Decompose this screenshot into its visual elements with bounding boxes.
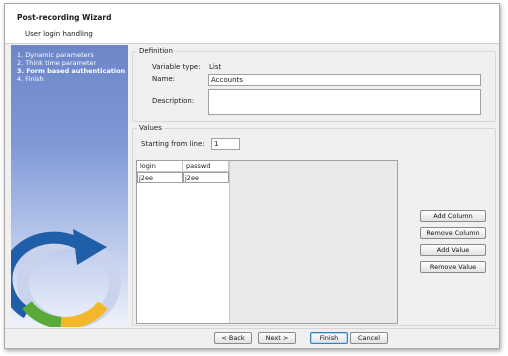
back-button[interactable]: < Back	[214, 332, 252, 344]
wizard-header: Post-recording Wizard User login handlin…	[5, 4, 499, 44]
cell-passwd-row1[interactable]: j2ee	[183, 172, 229, 183]
step-think-time-parameter: 2. Think time parameter	[17, 59, 97, 67]
next-button[interactable]: Next >	[258, 332, 296, 344]
variable-type-label: Variable type:	[152, 63, 201, 71]
remove-column-button[interactable]: Remove Column	[420, 227, 486, 239]
values-grid: login passwd j2ee j2ee	[137, 161, 230, 323]
wizard-content-pane: Definition Variable type: List Name: Acc…	[132, 45, 496, 327]
circular-arrow-logo-icon	[11, 229, 121, 327]
steps-list: 1. Dynamic parameters 2. Think time para…	[17, 51, 128, 83]
cell-login-row1[interactable]: j2ee	[137, 172, 183, 183]
step-form-based-authentication: 3. Form based authentication	[17, 67, 126, 75]
values-table[interactable]: login passwd j2ee j2ee	[136, 160, 398, 324]
definition-legend: Definition	[139, 47, 173, 55]
wizard-steps-sidebar: 1. Dynamic parameters 2. Think time para…	[11, 45, 128, 327]
description-label: Description:	[152, 97, 195, 105]
step-dynamic-parameters: 1. Dynamic parameters	[17, 51, 94, 59]
values-group: Values Starting from line: 1 login passw…	[132, 124, 496, 326]
finish-button[interactable]: Finish	[310, 332, 348, 344]
add-column-button[interactable]: Add Column	[420, 210, 486, 222]
column-header-passwd[interactable]: passwd	[183, 161, 229, 172]
starting-line-label: Starting from line:	[141, 140, 205, 148]
description-textarea[interactable]	[208, 89, 481, 115]
wizard-window: Post-recording Wizard User login handlin…	[4, 3, 500, 349]
wizard-title: Post-recording Wizard	[17, 13, 112, 22]
add-value-button[interactable]: Add Value	[420, 244, 486, 256]
starting-line-input[interactable]: 1	[211, 138, 240, 150]
wizard-subtitle: User login handling	[25, 30, 93, 38]
remove-value-button[interactable]: Remove Value	[420, 261, 486, 273]
wizard-footer: < Back Next > Finish Cancel	[5, 328, 499, 348]
step-finish: 4. Finish	[17, 75, 44, 83]
name-label: Name:	[152, 75, 176, 83]
variable-type-value: List	[209, 63, 222, 71]
cancel-button[interactable]: Cancel	[350, 332, 388, 344]
name-input[interactable]: Accounts	[208, 74, 481, 86]
column-header-login[interactable]: login	[137, 161, 183, 172]
values-legend: Values	[139, 124, 162, 132]
